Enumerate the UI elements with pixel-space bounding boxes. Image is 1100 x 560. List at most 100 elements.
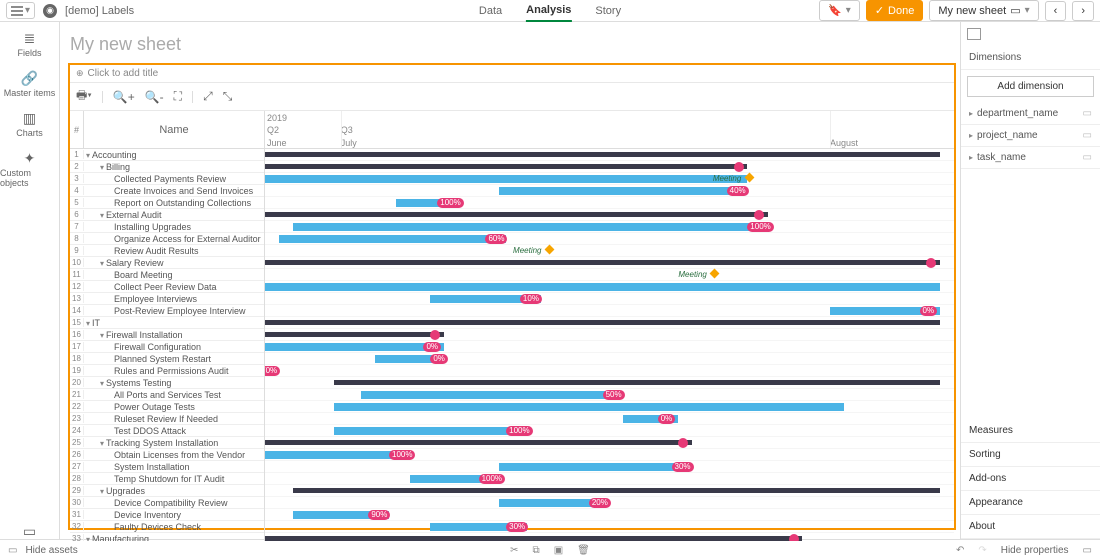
task-row[interactable]: 26Obtain Licenses from the Vendor xyxy=(70,449,264,461)
hide-props-icon[interactable]: ▭ xyxy=(1083,545,1092,556)
dimensions-header[interactable]: Dimensions xyxy=(961,46,1100,70)
task-row[interactable]: 33▾Manufacturing xyxy=(70,533,264,541)
gantt-row xyxy=(265,257,954,269)
delete-icon[interactable]: 🗑 xyxy=(577,545,590,556)
task-row[interactable]: 15▾IT xyxy=(70,317,264,329)
task-row[interactable]: 22Power Outage Tests xyxy=(70,401,264,413)
dimension-field[interactable]: ▸task_name▭ xyxy=(961,147,1100,169)
gantt-row: 0% xyxy=(265,413,954,425)
chart-icon: ▥ xyxy=(21,110,37,126)
gantt-row xyxy=(265,161,954,173)
task-row[interactable]: 16▾Firewall Installation xyxy=(70,329,264,341)
cut-icon[interactable]: ✂ xyxy=(510,545,518,556)
collapse-icon[interactable]: ⤡ xyxy=(223,89,233,104)
tab-data[interactable]: Data xyxy=(479,1,502,21)
rail-master[interactable]: 🔗Master items xyxy=(4,70,56,98)
gantt-row xyxy=(265,329,954,341)
gantt-row: 30% xyxy=(265,461,954,473)
zoom-in-icon[interactable]: 🔍+ xyxy=(113,90,135,104)
task-row[interactable]: 7Installing Upgrades xyxy=(70,221,264,233)
task-row[interactable]: 31Device Inventory xyxy=(70,509,264,521)
print-icon[interactable]: 🖶▾ xyxy=(76,86,92,107)
gantt-row: 40% xyxy=(265,185,954,197)
tab-story[interactable]: Story xyxy=(595,1,621,21)
task-row[interactable]: 5Report on Outstanding Collections xyxy=(70,197,264,209)
task-row[interactable]: 30Device Compatibility Review xyxy=(70,497,264,509)
task-row[interactable]: 32Faulty Devices Check xyxy=(70,521,264,533)
col-header-num: # xyxy=(70,111,84,148)
hide-props-label[interactable]: Hide properties xyxy=(1001,545,1069,556)
dimension-field[interactable]: ▸project_name▭ xyxy=(961,125,1100,147)
prev-sheet-button[interactable]: ‹ xyxy=(1045,1,1067,21)
task-row[interactable]: 3Collected Payments Review xyxy=(70,173,264,185)
rail-collapse[interactable]: ▭ xyxy=(22,523,38,539)
task-row[interactable]: 20▾Systems Testing xyxy=(70,377,264,389)
task-row[interactable]: 19Rules and Permissions Audit xyxy=(70,365,264,377)
expand-icon[interactable]: ⤢ xyxy=(203,89,213,104)
task-row[interactable]: 13Employee Interviews xyxy=(70,293,264,305)
task-row[interactable]: 6▾External Audit xyxy=(70,209,264,221)
gantt-row: 100% xyxy=(265,425,954,437)
bookmark-button[interactable]: 🔖 ▾ xyxy=(819,0,860,21)
gantt-row: Meeting xyxy=(265,173,954,185)
task-row[interactable]: 11Board Meeting xyxy=(70,269,264,281)
gantt-row xyxy=(265,485,954,497)
app-title: [demo] Labels xyxy=(65,5,134,17)
sheet-title[interactable]: My new sheet xyxy=(68,30,960,63)
collapse-icon: ▭ xyxy=(22,523,38,539)
gantt-row: 30% xyxy=(265,521,954,533)
sheet-grid-icon[interactable] xyxy=(967,28,981,40)
panel-section[interactable]: Appearance xyxy=(961,491,1100,515)
task-row[interactable]: 17Firewall Configuration xyxy=(70,341,264,353)
database-icon: ≣ xyxy=(21,30,37,46)
task-row[interactable]: 12Collect Peer Review Data xyxy=(70,281,264,293)
task-row[interactable]: 21All Ports and Services Test xyxy=(70,389,264,401)
fit-icon[interactable]: ⛶ xyxy=(174,89,182,104)
add-dimension-button[interactable]: Add dimension xyxy=(967,76,1094,97)
rail-charts[interactable]: ▥Charts xyxy=(16,110,43,138)
gantt-row: 60% xyxy=(265,233,954,245)
task-row[interactable]: 24Test DDOS Attack xyxy=(70,425,264,437)
redo-icon[interactable]: ↷ xyxy=(978,545,986,556)
task-row[interactable]: 23Ruleset Review If Needed xyxy=(70,413,264,425)
rail-fields[interactable]: ≣Fields xyxy=(17,30,41,58)
done-button[interactable]: ✓ Done xyxy=(866,0,924,21)
panel-section[interactable]: Add-ons xyxy=(961,467,1100,491)
task-row[interactable]: 14Post-Review Employee Interview xyxy=(70,305,264,317)
hide-assets-icon[interactable]: ▭ xyxy=(8,545,17,556)
task-row[interactable]: 29▾Upgrades xyxy=(70,485,264,497)
task-row[interactable]: 25▾Tracking System Installation xyxy=(70,437,264,449)
task-row[interactable]: 18Planned System Restart xyxy=(70,353,264,365)
task-row[interactable]: 8Organize Access for External Auditor xyxy=(70,233,264,245)
menu-button[interactable]: ▾ xyxy=(6,2,35,19)
panel-section[interactable]: About xyxy=(961,515,1100,539)
sheet-selector[interactable]: My new sheet ▭ ▾ xyxy=(929,0,1038,21)
panel-section[interactable]: Sorting xyxy=(961,443,1100,467)
gantt-row: 0% xyxy=(265,353,954,365)
next-sheet-button[interactable]: › xyxy=(1072,1,1094,21)
hide-assets-label[interactable]: Hide assets xyxy=(25,545,77,556)
panel-section[interactable]: Measures xyxy=(961,419,1100,443)
gantt-row: 70% xyxy=(265,365,954,377)
rail-custom[interactable]: ✦Custom objects xyxy=(0,150,59,188)
gantt-visualization[interactable]: ⊕ Click to add title 🖶▾ 🔍+ 🔍- ⛶ ⤢ ⤡ # Na… xyxy=(68,63,956,530)
task-row[interactable]: 10▾Salary Review xyxy=(70,257,264,269)
copy-icon[interactable]: ⧉ xyxy=(533,545,540,556)
task-row[interactable]: 1▾Accounting xyxy=(70,149,264,161)
paste-icon[interactable]: ▣ xyxy=(554,545,563,556)
dimension-field[interactable]: ▸department_name▭ xyxy=(961,103,1100,125)
gantt-row: 100% xyxy=(265,449,954,461)
task-row[interactable]: 27System Installation xyxy=(70,461,264,473)
gantt-row xyxy=(265,401,954,413)
task-row[interactable]: 2▾Billing xyxy=(70,161,264,173)
viz-title[interactable]: ⊕ Click to add title xyxy=(70,65,954,83)
task-row[interactable]: 9Review Audit Results xyxy=(70,245,264,257)
undo-icon[interactable]: ↶ xyxy=(956,545,964,556)
zoom-out-icon[interactable]: 🔍- xyxy=(145,90,164,104)
gantt-row: 100% xyxy=(265,197,954,209)
gantt-row: 90% xyxy=(265,509,954,521)
task-row[interactable]: 4Create Invoices and Send Invoices xyxy=(70,185,264,197)
task-row[interactable]: 28Temp Shutdown for IT Audit xyxy=(70,473,264,485)
gantt-row: 0% xyxy=(265,305,954,317)
tab-analysis[interactable]: Analysis xyxy=(526,0,571,22)
